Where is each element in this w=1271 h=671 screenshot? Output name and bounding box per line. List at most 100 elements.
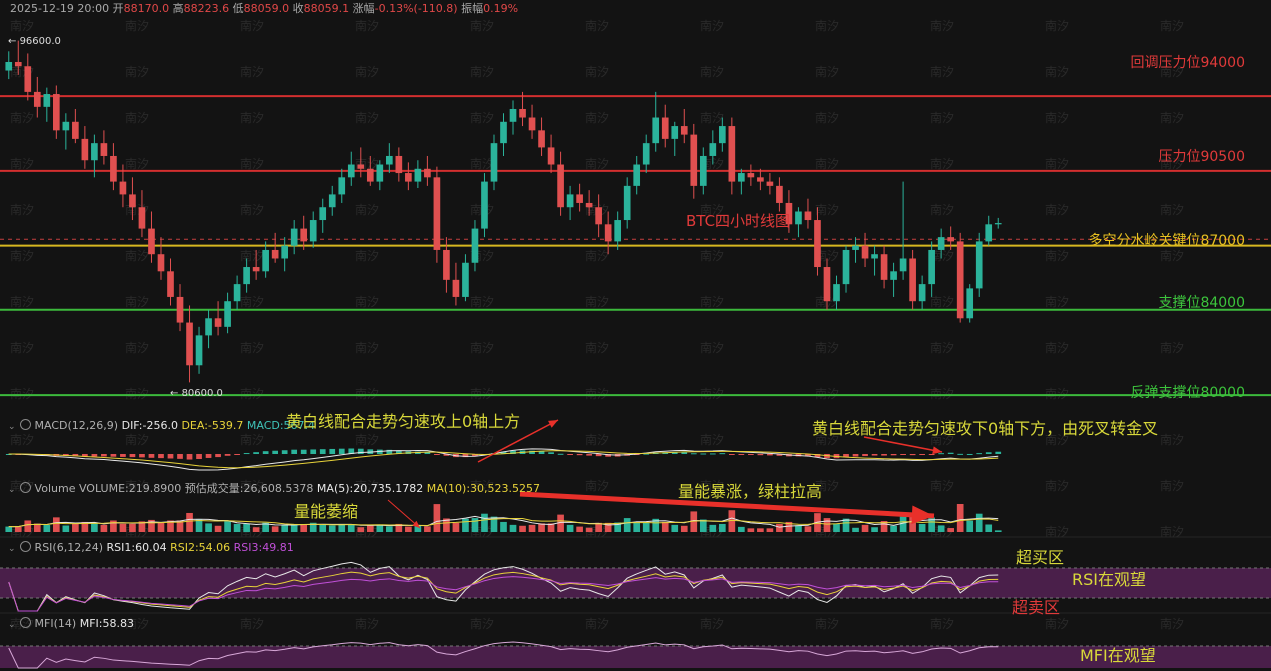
watermark-text: 南汐 bbox=[930, 478, 954, 493]
watermark-text: 南汐 bbox=[700, 294, 724, 309]
watermark-text: 南汐 bbox=[1160, 340, 1184, 355]
candle-body bbox=[338, 177, 346, 195]
macd-bar bbox=[881, 454, 887, 456]
macd-bar bbox=[966, 453, 973, 455]
macd-bar bbox=[938, 453, 945, 455]
level-label-84000: 支撑位84000 bbox=[1158, 295, 1245, 311]
watermark-text: 南汐 bbox=[815, 386, 839, 401]
watermark-text: 南汐 bbox=[1045, 294, 1069, 309]
candle-body bbox=[309, 220, 317, 242]
candle-body bbox=[823, 267, 831, 302]
watermark-text: 南汐 bbox=[585, 340, 609, 355]
watermark-text: 南汐 bbox=[1160, 432, 1184, 447]
candle-body bbox=[262, 249, 269, 272]
macd-bar bbox=[586, 454, 592, 456]
header-change: -0.13%(-110.8) bbox=[374, 2, 458, 15]
watermark-text: 南汐 bbox=[815, 156, 839, 171]
macd-bar bbox=[186, 454, 193, 460]
candle-body bbox=[119, 181, 127, 195]
macd-bar bbox=[538, 451, 545, 454]
macd-bar bbox=[91, 454, 98, 457]
volume-bar bbox=[519, 525, 526, 532]
candle-body bbox=[966, 288, 974, 319]
watermark-text: 南汐 bbox=[1045, 202, 1069, 217]
chevron-down-icon[interactable]: ⌄ bbox=[8, 422, 16, 432]
volume-bar bbox=[281, 524, 289, 532]
volume-bar bbox=[738, 526, 745, 532]
candle-body bbox=[718, 126, 726, 144]
watermark-text: 南汐 bbox=[930, 110, 954, 125]
volume-bar bbox=[366, 525, 374, 532]
watermark-text: 南汐 bbox=[240, 432, 264, 447]
watermark-text: 南汐 bbox=[585, 432, 609, 447]
watermark-text: 南汐 bbox=[240, 386, 264, 401]
candle-body bbox=[757, 177, 764, 182]
candle-body bbox=[148, 228, 155, 255]
watermark-text: 南汐 bbox=[1160, 18, 1184, 33]
volume-bar bbox=[623, 518, 631, 532]
candle-body bbox=[224, 301, 231, 327]
candle-body bbox=[157, 254, 165, 272]
volume-bar bbox=[214, 525, 222, 532]
watermark-text: 南汐 bbox=[240, 18, 264, 33]
header-low: 88059.0 bbox=[243, 2, 290, 15]
macd-bar bbox=[158, 454, 164, 459]
header-open: 88170.0 bbox=[123, 2, 170, 15]
watermark-text: 南汐 bbox=[815, 64, 839, 79]
volume-bar bbox=[252, 527, 260, 532]
watermark-text: 南汐 bbox=[700, 616, 724, 631]
bell-icon[interactable] bbox=[19, 482, 31, 493]
bell-icon[interactable] bbox=[19, 541, 31, 552]
volume-bar bbox=[405, 526, 412, 532]
volume-bar bbox=[994, 530, 1002, 532]
candle-body bbox=[443, 249, 450, 280]
candle-body bbox=[233, 284, 241, 302]
volume-bar bbox=[328, 525, 336, 532]
watermark-text: 南汐 bbox=[585, 18, 609, 33]
candle-body bbox=[385, 155, 393, 165]
watermark-text: 南汐 bbox=[125, 64, 149, 79]
volume-bar bbox=[319, 524, 327, 532]
volume-bar bbox=[271, 526, 279, 532]
watermark-text: 南汐 bbox=[470, 294, 494, 309]
candle-body bbox=[528, 117, 536, 131]
macd-bar bbox=[900, 454, 906, 455]
bell-icon[interactable] bbox=[19, 617, 31, 628]
level-label-94000: 回调压力位94000 bbox=[1130, 55, 1245, 71]
candle-body bbox=[167, 271, 174, 297]
candle-body bbox=[33, 91, 41, 107]
volume-bar bbox=[680, 525, 688, 532]
candle-body bbox=[376, 164, 384, 182]
bell-icon[interactable] bbox=[19, 419, 31, 430]
candle-body bbox=[509, 108, 517, 122]
watermark-text: 南汐 bbox=[470, 110, 494, 125]
chevron-down-icon[interactable]: ⌄ bbox=[8, 485, 16, 495]
chevron-down-icon[interactable]: ⌄ bbox=[8, 620, 16, 630]
watermark-text: 南汐 bbox=[815, 340, 839, 355]
macd-bar bbox=[567, 454, 573, 455]
candle-body bbox=[433, 177, 441, 250]
watermark-text: 南汐 bbox=[240, 616, 264, 631]
watermark-text: 南汐 bbox=[585, 294, 609, 309]
watermark-text: 南汐 bbox=[240, 64, 264, 79]
volume-bar bbox=[871, 527, 878, 532]
macd-bar bbox=[205, 454, 212, 458]
macd-bar bbox=[919, 454, 925, 455]
macd-bar bbox=[291, 449, 298, 454]
candle-body bbox=[642, 143, 650, 165]
candle-body bbox=[880, 254, 888, 280]
volume-bar bbox=[481, 513, 488, 532]
chevron-down-icon[interactable]: ⌄ bbox=[8, 544, 16, 554]
volume-bar bbox=[795, 525, 802, 532]
macd-bar bbox=[243, 453, 250, 455]
watermark-text: 南汐 bbox=[700, 64, 724, 79]
low-mark-label: ← 80600.0 bbox=[170, 388, 223, 399]
annotation-vol-left: 量能萎缩 bbox=[294, 502, 359, 521]
watermark-text: 南汐 bbox=[585, 64, 609, 79]
watermark-text: 南汐 bbox=[585, 386, 609, 401]
watermark-text: 南汐 bbox=[1045, 386, 1069, 401]
candle-body bbox=[138, 207, 146, 229]
annotation-vol-right: 量能暴涨，绿柱拉高 bbox=[678, 482, 823, 501]
watermark-text: 南汐 bbox=[355, 386, 379, 401]
watermark-text: 南汐 bbox=[355, 110, 379, 125]
